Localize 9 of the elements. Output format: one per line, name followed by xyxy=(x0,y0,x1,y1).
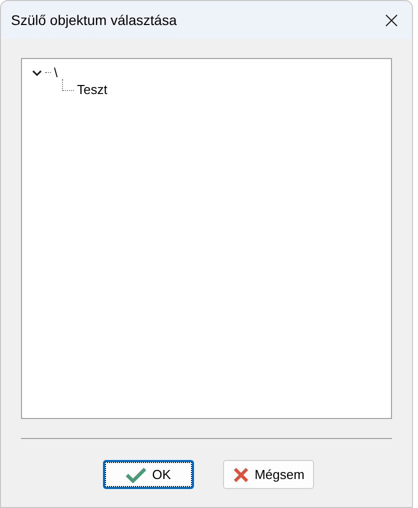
cancel-button[interactable]: Mégsem xyxy=(223,460,314,489)
tree-item[interactable]: Teszt xyxy=(76,82,108,97)
chevron-down-icon[interactable] xyxy=(32,68,42,78)
close-icon xyxy=(232,466,249,482)
close-icon[interactable] xyxy=(385,14,398,26)
window-title: Szülő objektum választása xyxy=(11,10,177,30)
ok-button[interactable]: OK xyxy=(103,460,194,489)
checkmark-icon xyxy=(126,466,146,482)
tree-item[interactable]: \ xyxy=(53,65,59,80)
